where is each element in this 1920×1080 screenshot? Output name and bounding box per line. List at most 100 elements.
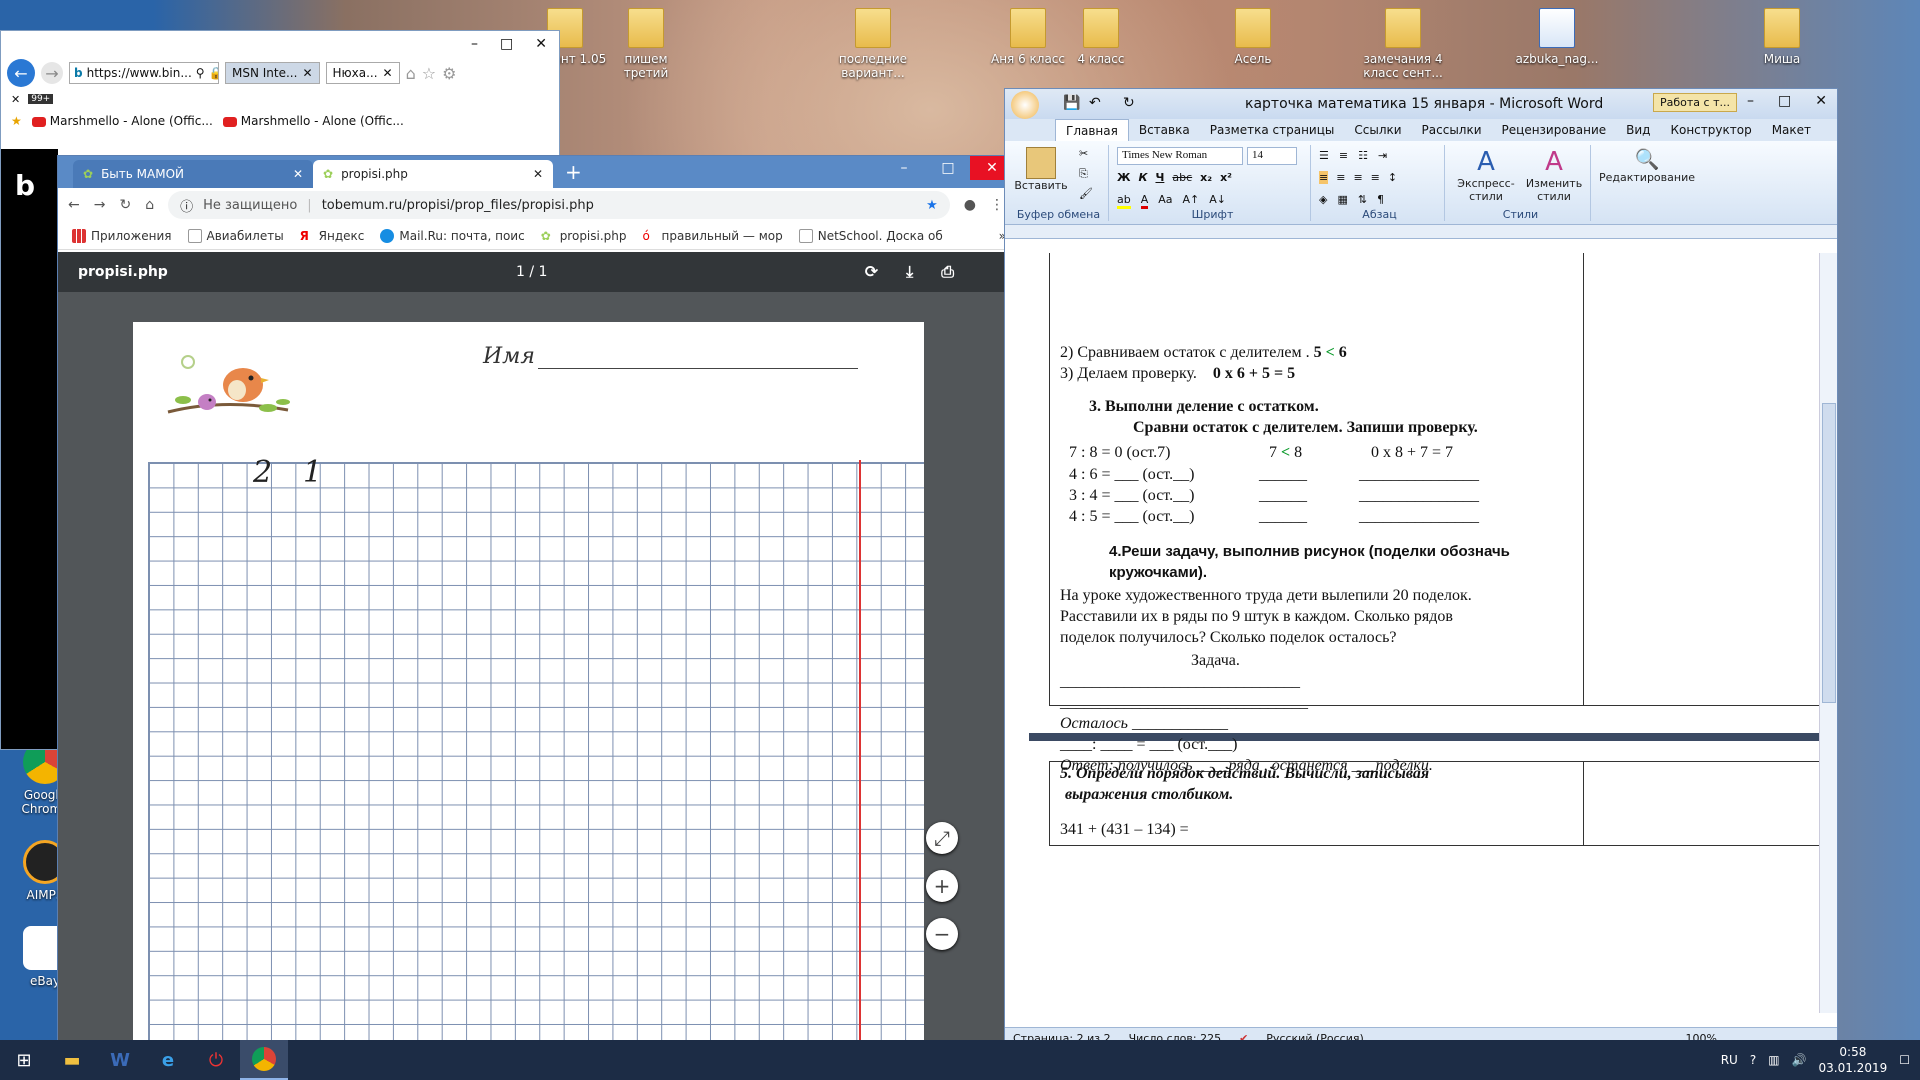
zoom-out-button[interactable]: − bbox=[926, 918, 958, 950]
home-icon[interactable]: ⌂ bbox=[145, 197, 154, 213]
chrome-address-bar[interactable]: ⓘ Не защищено | tobemum.ru/propisi/prop_… bbox=[168, 191, 950, 219]
vertical-scrollbar[interactable] bbox=[1819, 253, 1837, 1013]
copy-icon[interactable]: ⎘ bbox=[1079, 167, 1088, 181]
font-family-select[interactable]: Times New Roman bbox=[1117, 147, 1243, 165]
highlight-icon[interactable]: ab bbox=[1117, 193, 1131, 209]
tab-byt-mamoy[interactable]: ✿ Быть МАМОЙ ✕ bbox=[73, 160, 313, 188]
shrink-font-icon[interactable]: A↓ bbox=[1209, 193, 1226, 209]
back-icon[interactable]: ← bbox=[68, 197, 80, 213]
bookmark-pravilny[interactable]: ó правильный — мор bbox=[643, 229, 783, 243]
save-icon[interactable]: 💾 bbox=[1063, 95, 1080, 111]
maximize-button[interactable]: □ bbox=[926, 156, 970, 180]
justify-icon[interactable]: ≡ bbox=[1371, 171, 1380, 184]
change-case-icon[interactable]: Aa bbox=[1158, 193, 1172, 209]
menu-icon[interactable]: ⋮ bbox=[990, 197, 1004, 213]
subscript-button[interactable]: x₂ bbox=[1200, 171, 1212, 184]
tab-design[interactable]: Конструктор bbox=[1660, 119, 1761, 141]
tab-propisi[interactable]: ✿ propisi.php ✕ bbox=[313, 160, 553, 188]
account-icon[interactable]: ● bbox=[964, 197, 976, 213]
maximize-button[interactable]: □ bbox=[1778, 93, 1791, 109]
ie-tab-nyuha[interactable]: Нюха... ✕ bbox=[325, 62, 400, 84]
bullets-icon[interactable]: ☰ bbox=[1319, 149, 1329, 162]
office-button-icon[interactable] bbox=[1011, 91, 1039, 119]
cut-icon[interactable]: ✂ bbox=[1079, 147, 1088, 160]
desktop-icon-poslednie[interactable]: последние вариант... bbox=[828, 8, 918, 80]
close-icon[interactable]: ✕ bbox=[302, 66, 312, 80]
desktop-icon-4klass[interactable]: 4 класс bbox=[1056, 8, 1146, 66]
volume-icon[interactable]: 🔊 bbox=[1792, 1053, 1807, 1067]
line-spacing-icon[interactable]: ↕ bbox=[1388, 171, 1397, 184]
document-area[interactable]: 2) Сравниваем остаток с делителем . 5 < … bbox=[1005, 253, 1819, 1013]
favorite-item-1[interactable]: Marshmello - Alone (Offic... bbox=[31, 114, 213, 128]
superscript-button[interactable]: x² bbox=[1220, 171, 1232, 184]
favorite-item-2[interactable]: Marshmello - Alone (Offic... bbox=[222, 114, 404, 128]
desktop-icon-azbuka[interactable]: azbuka_nag... bbox=[1512, 8, 1602, 66]
strike-button[interactable]: abc bbox=[1172, 171, 1192, 184]
bookmark-netschool[interactable]: NetSchool. Доска об bbox=[798, 228, 943, 243]
numbering-icon[interactable]: ≡ bbox=[1339, 149, 1348, 162]
tab-mailings[interactable]: Рассылки bbox=[1412, 119, 1492, 141]
tab-view[interactable]: Вид bbox=[1616, 119, 1660, 141]
minimize-button[interactable]: – bbox=[1747, 93, 1754, 109]
tab-layout[interactable]: Макет bbox=[1762, 119, 1821, 141]
zoom-in-button[interactable]: + bbox=[926, 870, 958, 902]
favorites-star-icon[interactable]: ★ bbox=[11, 114, 22, 128]
taskbar-ie[interactable]: e bbox=[144, 1040, 192, 1080]
align-left-icon[interactable]: ≡ bbox=[1319, 171, 1329, 184]
tab-references[interactable]: Ссылки bbox=[1344, 119, 1411, 141]
bookmark-apps[interactable]: Приложения bbox=[72, 228, 172, 243]
quick-styles-button[interactable]: A Экспресс-стили bbox=[1453, 147, 1519, 203]
editing-button[interactable]: 🔍 Редактирование bbox=[1599, 147, 1695, 184]
paste-button[interactable]: Вставить bbox=[1013, 147, 1069, 192]
clock[interactable]: 0:58 03.01.2019 bbox=[1819, 1044, 1888, 1076]
close-tab-icon[interactable]: ✕ bbox=[293, 167, 303, 181]
star-icon[interactable]: ☆ bbox=[422, 64, 436, 83]
back-button[interactable]: ← bbox=[7, 59, 35, 87]
align-right-icon[interactable]: ≡ bbox=[1353, 171, 1362, 184]
reload-icon[interactable]: ↻ bbox=[119, 197, 131, 213]
forward-icon[interactable]: → bbox=[94, 197, 106, 213]
forward-button[interactable]: → bbox=[41, 62, 63, 84]
minimize-button[interactable]: – bbox=[471, 36, 478, 52]
notifications-icon[interactable]: ☐ bbox=[1899, 1053, 1910, 1067]
gear-icon[interactable]: ⚙ bbox=[442, 64, 456, 83]
maximize-button[interactable]: □ bbox=[500, 36, 513, 52]
redo-icon[interactable]: ↻ bbox=[1123, 95, 1135, 111]
minimize-button[interactable]: – bbox=[882, 156, 926, 180]
taskbar-word[interactable]: W bbox=[96, 1040, 144, 1080]
show-marks-icon[interactable]: ¶ bbox=[1377, 193, 1384, 206]
new-tab-button[interactable]: + bbox=[553, 160, 594, 188]
shading-icon[interactable]: ◈ bbox=[1319, 193, 1327, 206]
scroll-thumb[interactable] bbox=[1822, 403, 1836, 703]
bookmark-mailru[interactable]: Mail.Ru: почта, поис bbox=[380, 228, 525, 243]
fit-page-button[interactable]: ⤢ bbox=[926, 822, 958, 854]
desktop-icon-asel[interactable]: Асель bbox=[1208, 8, 1298, 66]
close-tab-icon[interactable]: ✕ bbox=[533, 167, 543, 181]
font-size-select[interactable]: 14 bbox=[1247, 147, 1297, 165]
format-painter-icon[interactable]: 🖌 bbox=[1079, 187, 1093, 200]
tab-review[interactable]: Рецензирование bbox=[1492, 119, 1617, 141]
bookmark-yandex[interactable]: Я Яндекс bbox=[300, 229, 365, 243]
taskbar-power[interactable]: ⏻ bbox=[192, 1040, 240, 1080]
ie-tab-msn[interactable]: MSN Inte... ✕ bbox=[225, 62, 320, 84]
help-icon[interactable]: ? bbox=[1750, 1053, 1756, 1067]
start-button[interactable]: ⊞ bbox=[0, 1040, 48, 1080]
close-icon[interactable]: ✕ bbox=[383, 66, 393, 80]
align-center-icon[interactable]: ≡ bbox=[1336, 171, 1345, 184]
close-icon[interactable]: ✕ bbox=[11, 93, 20, 106]
indent-icon[interactable]: ⇥ bbox=[1378, 149, 1387, 162]
taskbar-chrome[interactable] bbox=[240, 1040, 288, 1080]
bookmark-star-icon[interactable]: ★ bbox=[926, 198, 938, 213]
rotate-icon[interactable]: ⟳ bbox=[865, 262, 878, 282]
print-icon[interactable]: ⎙ bbox=[941, 262, 954, 282]
sort-icon[interactable]: ⇅ bbox=[1358, 193, 1367, 206]
bookmark-propisi[interactable]: ✿ propisi.php bbox=[541, 229, 627, 243]
search-icon[interactable]: ⚲ bbox=[196, 66, 205, 80]
network-icon[interactable]: ▥ bbox=[1768, 1053, 1779, 1067]
grow-font-icon[interactable]: A↑ bbox=[1183, 193, 1200, 209]
multilevel-icon[interactable]: ☷ bbox=[1358, 149, 1368, 162]
close-button[interactable]: ✕ bbox=[1815, 93, 1827, 109]
change-styles-button[interactable]: A Изменить стили bbox=[1521, 147, 1587, 203]
borders-icon[interactable]: ▦ bbox=[1337, 193, 1347, 206]
bold-button[interactable]: Ж bbox=[1117, 171, 1130, 184]
